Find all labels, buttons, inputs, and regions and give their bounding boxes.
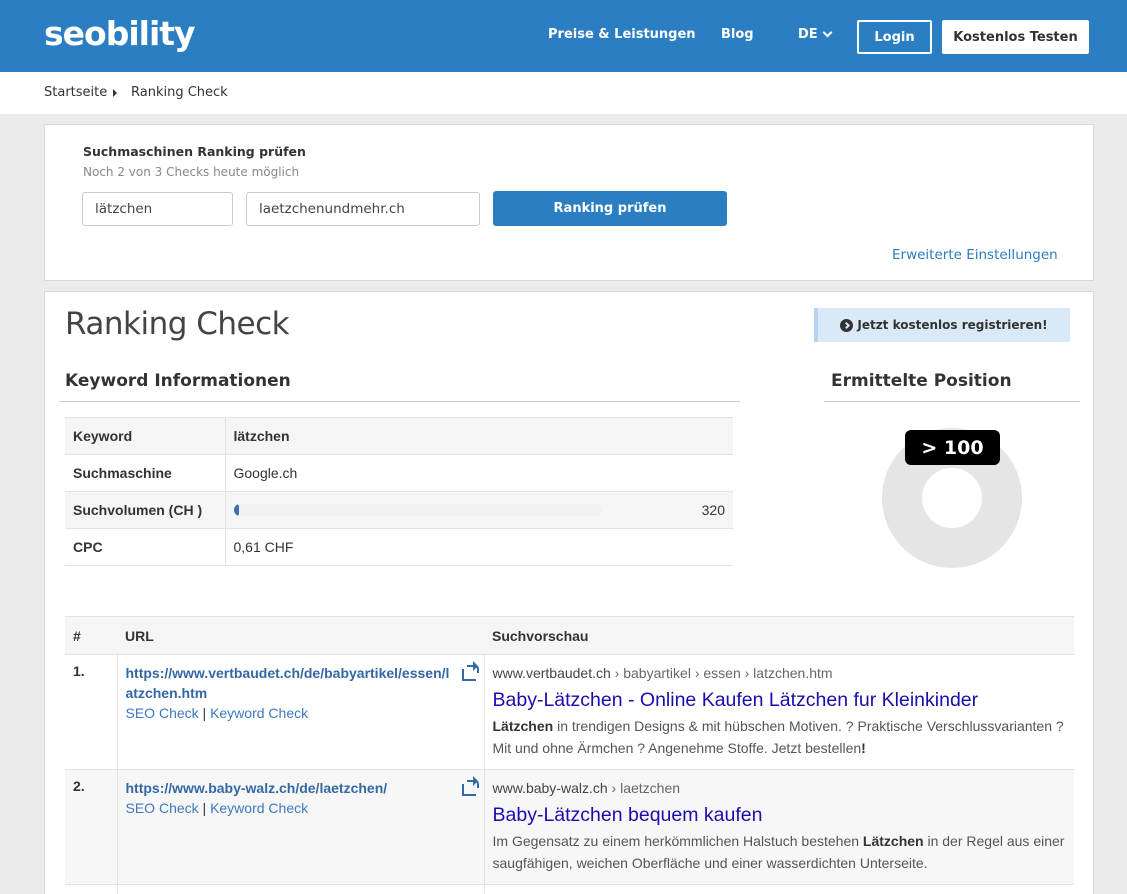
checks-remaining-text: Noch 2 von 3 Checks heute möglich — [83, 165, 300, 179]
ranking-pruefen-button[interactable]: Ranking prüfen — [493, 191, 727, 226]
separator: | — [202, 705, 207, 721]
serp-url: www.vertbaudet.ch › babyartikel › essen … — [493, 663, 1067, 683]
cpc-label: CPC — [65, 528, 226, 566]
ranking-search-panel: Suchmaschinen Ranking prüfen Noch 2 von … — [44, 124, 1094, 281]
table-header-row: # URL Suchvorschau — [65, 616, 1074, 655]
serp-desc-pre: Im Gegensatz zu einem herkömmlichen Hals… — [492, 833, 863, 849]
serp-keyword-bold: Lätzchen — [862, 833, 924, 849]
serp-keyword-bold: Lätzchen — [492, 718, 554, 734]
serp-path: › laetzchen — [607, 780, 681, 796]
position-heading: Ermittelte Position — [831, 371, 1012, 391]
serp-url: www.baby-walz.ch › laetzchen — [493, 778, 1067, 798]
nav-preise-leistungen[interactable]: Preise & Leistungen — [548, 27, 696, 42]
result-url-link[interactable]: https://www.vertbaudet.ch/de/babyartikel… — [126, 663, 451, 703]
serp-description: Lätzchen in trendigen Designs & mit hübs… — [493, 715, 1067, 759]
result-url-cell: https://www.vertbaudet.ch/de/babyartikel… — [117, 654, 485, 770]
seo-check-link[interactable]: SEO Check — [126, 800, 199, 816]
serp-title[interactable]: Baby-Lätzchen bequem kaufen — [493, 802, 1067, 828]
col-header-num: # — [65, 616, 117, 655]
table-row — [65, 884, 1074, 894]
serp-title[interactable]: Baby-Lätzchen - Online Kaufen Lätzchen f… — [493, 687, 1067, 713]
volume-label: Suchvolumen (CH ) — [65, 491, 226, 529]
position-badge: > 100 — [905, 430, 1000, 465]
donut-hole — [922, 468, 982, 528]
ranking-result-panel: Ranking Check Jetzt kostenlos registrier… — [44, 291, 1094, 894]
cpc-value: 0,61 CHF — [225, 528, 733, 566]
engine-label: Suchmaschine — [65, 454, 226, 492]
search-volume-bar — [233, 504, 602, 516]
language-label: DE — [798, 27, 818, 42]
top-navigation-bar: seobility Preise & Leistungen Blog DE Lo… — [0, 0, 1127, 72]
kostenlos-testen-button[interactable]: Kostenlos Testen — [942, 20, 1089, 54]
keyword-info-heading: Keyword Informationen — [65, 371, 291, 391]
keyword-check-link[interactable]: Keyword Check — [210, 800, 308, 816]
register-button[interactable]: Jetzt kostenlos registrieren! — [814, 308, 1070, 342]
result-rank: 2. — [65, 769, 118, 885]
keyword-label: Keyword — [65, 417, 226, 455]
advanced-settings-link[interactable]: Erweiterte Einstellungen — [892, 247, 1058, 263]
result-rank-empty — [65, 884, 118, 894]
serp-description: Im Gegensatz zu einem herkömmlichen Hals… — [493, 830, 1067, 874]
volume-cell: 320 — [225, 491, 733, 529]
serp-preview: www.vertbaudet.ch › babyartikel › essen … — [484, 654, 1074, 770]
result-url-link[interactable]: https://www.baby-walz.ch/de/laetzchen/ — [126, 778, 451, 798]
search-volume-fill — [233, 504, 240, 516]
serp-path: › babyartikel › essen › latzchen.htm — [610, 665, 833, 681]
table-row: Suchmaschine Google.ch — [65, 454, 733, 492]
external-link-icon[interactable] — [461, 661, 479, 681]
domain-input[interactable]: laetzchenundmehr.ch — [246, 192, 480, 226]
engine-value: Google.ch — [225, 454, 733, 492]
result-preview-empty — [484, 884, 1074, 894]
result-url-cell: https://www.baby-walz.ch/de/laetzchen/ S… — [117, 769, 485, 885]
seo-check-link[interactable]: SEO Check — [126, 705, 199, 721]
result-url-empty — [117, 884, 485, 894]
keyword-input[interactable]: lätzchen — [82, 192, 233, 226]
breadcrumb-home-link[interactable]: Startseite — [44, 85, 107, 100]
chevron-down-icon — [822, 27, 833, 38]
table-row: 2. https://www.baby-walz.ch/de/laetzchen… — [65, 769, 1074, 885]
breadcrumb-separator-icon — [113, 89, 117, 97]
table-row: CPC 0,61 CHF — [65, 528, 733, 566]
table-row: 1. https://www.vertbaudet.ch/de/babyarti… — [65, 654, 1074, 770]
serp-desc-end: ! — [861, 740, 866, 756]
keyword-check-link[interactable]: Keyword Check — [210, 705, 308, 721]
result-rank: 1. — [65, 654, 118, 770]
result-actions: SEO Check | Keyword Check — [126, 703, 476, 723]
result-actions: SEO Check | Keyword Check — [126, 798, 476, 818]
serp-domain: www.baby-walz.ch — [492, 780, 608, 796]
serp-preview: www.baby-walz.ch › laetzchen Baby-Lätzch… — [484, 769, 1074, 885]
page-title: Ranking Check — [65, 306, 290, 342]
language-selector[interactable]: DE — [798, 27, 833, 42]
keyword-info-table: Keyword lätzchen Suchmaschine Google.ch … — [65, 417, 733, 566]
table-row: Suchvolumen (CH ) 320 — [65, 491, 733, 529]
serp-domain: www.vertbaudet.ch — [492, 665, 611, 681]
breadcrumb-current: Ranking Check — [131, 85, 228, 100]
serp-desc-text: in trendigen Designs & mit hübschen Moti… — [492, 718, 1064, 756]
ranking-results-table: # URL Suchvorschau 1. https://www.vertba… — [65, 616, 1074, 894]
seobility-logo[interactable]: seobility — [44, 14, 196, 53]
search-panel-title: Suchmaschinen Ranking prüfen — [83, 144, 306, 159]
breadcrumb: Startseite Ranking Check — [0, 72, 1127, 114]
login-button[interactable]: Login — [857, 20, 932, 54]
register-label: Jetzt kostenlos registrieren! — [857, 318, 1048, 332]
external-link-icon[interactable] — [461, 776, 479, 796]
table-row: Keyword lätzchen — [65, 417, 733, 455]
nav-blog[interactable]: Blog — [721, 27, 754, 42]
volume-value: 320 — [701, 502, 725, 518]
divider — [59, 401, 740, 402]
col-header-preview: Suchvorschau — [484, 616, 1074, 655]
divider — [824, 401, 1080, 402]
separator: | — [202, 800, 207, 816]
keyword-value: lätzchen — [225, 417, 733, 455]
col-header-url: URL — [117, 616, 484, 655]
arrow-circle-right-icon — [840, 318, 854, 332]
